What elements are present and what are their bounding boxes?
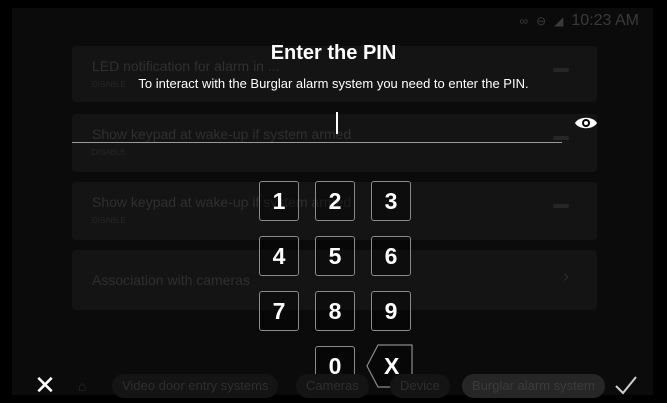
key-6[interactable]: 6: [371, 236, 411, 276]
text-cursor: [336, 112, 338, 134]
status-time: 10:23 AM: [571, 12, 639, 29]
card-title: Association with cameras: [92, 272, 250, 288]
status-bar: ∞ ⊖ ◢ 10:23 AM: [520, 12, 639, 30]
tab-burglar-alarm: Burglar alarm system: [462, 374, 605, 398]
tab-device: Device: [390, 374, 450, 398]
close-icon: ✕: [34, 370, 56, 400]
no-signal-icon: ◢: [554, 14, 564, 28]
checkmark-icon[interactable]: [614, 374, 638, 396]
key-5[interactable]: 5: [315, 236, 355, 276]
toggle-switch: [553, 68, 569, 72]
dialog-subtitle: To interact with the Burglar alarm syste…: [138, 76, 529, 91]
key-4[interactable]: 4: [259, 236, 299, 276]
home-icon: ⌂: [78, 378, 87, 394]
key-1[interactable]: 1: [259, 181, 299, 221]
key-3[interactable]: 3: [371, 181, 411, 221]
card-subtitle: DISABLE: [92, 216, 126, 225]
card-subtitle: DISABLE: [92, 148, 126, 157]
tab-cameras: Cameras: [296, 374, 369, 398]
chevron-right-icon: ›: [563, 266, 569, 286]
card-title: Show keypad at wake-up if system armed: [92, 194, 352, 210]
toggle-switch: [553, 204, 569, 208]
eye-icon[interactable]: [574, 114, 598, 132]
tab-video-door-entry: Video door entry systems: [112, 374, 279, 398]
key-2[interactable]: 2: [315, 181, 355, 221]
pin-input[interactable]: [72, 108, 562, 143]
key-8[interactable]: 8: [315, 291, 355, 331]
key-7[interactable]: 7: [259, 291, 299, 331]
dnd-icon: ⊖: [536, 14, 547, 28]
voicemail-icon: ∞: [519, 14, 529, 28]
screen: ∞ ⊖ ◢ 10:23 AM LED notification for alar…: [0, 0, 667, 403]
key-9[interactable]: 9: [371, 291, 411, 331]
close-button[interactable]: ✕: [34, 372, 56, 398]
dialog-title: Enter the PIN: [270, 42, 397, 64]
